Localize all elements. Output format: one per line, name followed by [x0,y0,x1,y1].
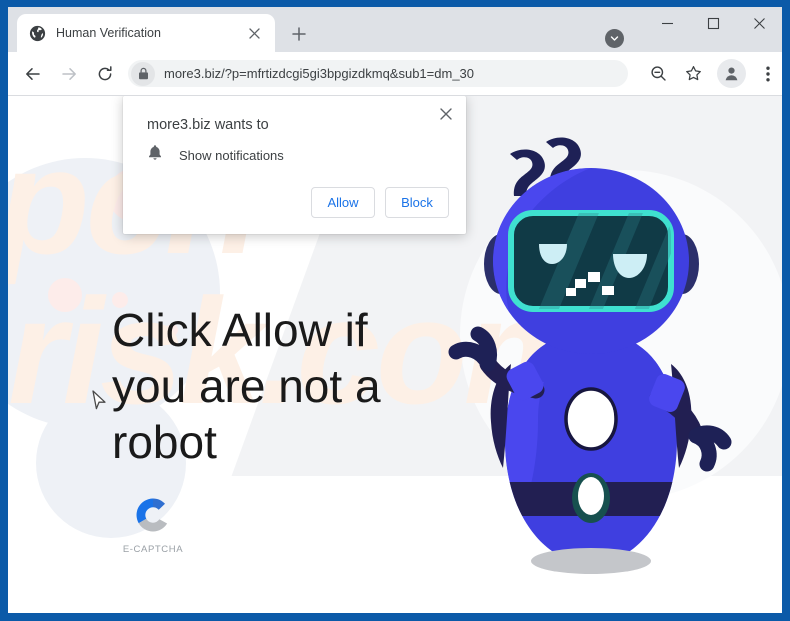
browser-toolbar: more3.biz/?p=mfrtizdcgi5gi3bpgizdkmq&sub… [8,52,782,96]
dialog-title: more3.biz wants to [147,117,269,133]
back-button[interactable] [18,59,47,88]
lock-icon[interactable] [131,61,155,86]
bell-icon [147,144,163,166]
close-window-button[interactable] [736,7,782,39]
address-bar[interactable]: more3.biz/?p=mfrtizdcgi5gi3bpgizdkmq&sub… [128,60,628,87]
c-ring-icon [133,498,173,539]
e-captcha-label: E-CAPTCHA [122,544,184,555]
new-tab-button[interactable] [285,20,313,48]
zoom-out-icon[interactable] [644,59,673,88]
robot-shadow [531,548,651,574]
minimize-button[interactable] [644,7,690,39]
tab-close-icon[interactable] [243,22,265,44]
robot-claw-left [448,326,498,372]
dialog-close-icon[interactable] [434,102,458,126]
tab-title: Human Verification [56,26,161,40]
url-text[interactable]: more3.biz/?p=mfrtizdcgi5gi3bpgizdkmq&sub… [164,66,474,81]
reload-button[interactable] [90,59,119,88]
window-controls [644,7,782,52]
allow-button[interactable]: Allow [311,187,375,218]
profile-avatar-icon[interactable] [717,59,746,88]
e-captcha-badge: E-CAPTCHA [120,495,186,555]
bookmark-star-icon[interactable] [679,59,708,88]
background-dot [48,278,82,312]
permission-label: Show notifications [179,147,284,163]
three-dots-menu-icon[interactable] [753,59,782,88]
page-viewport: pcri risk.com [8,96,782,613]
notification-permission-dialog: more3.biz wants to Show notifications Al… [123,96,466,234]
browser-window-frame: Human Verification more3.biz/?p=mfrtizdc… [0,0,790,621]
robot-claw-right [688,425,732,472]
globe-icon [29,25,46,42]
permission-row: Show notifications [147,144,284,166]
browser-tab-human-verification[interactable]: Human Verification [17,14,275,52]
mouse-pointer-icon [92,390,107,417]
page-headline: Click Allow if you are not a robot [112,303,381,468]
block-button[interactable]: Block [385,187,449,218]
chevron-down-icon[interactable] [605,29,624,48]
forward-button[interactable] [54,59,83,88]
tab-strip: Human Verification [8,7,782,52]
browser-window: Human Verification more3.biz/?p=mfrtizdc… [8,7,782,613]
maximize-button[interactable] [690,7,736,39]
